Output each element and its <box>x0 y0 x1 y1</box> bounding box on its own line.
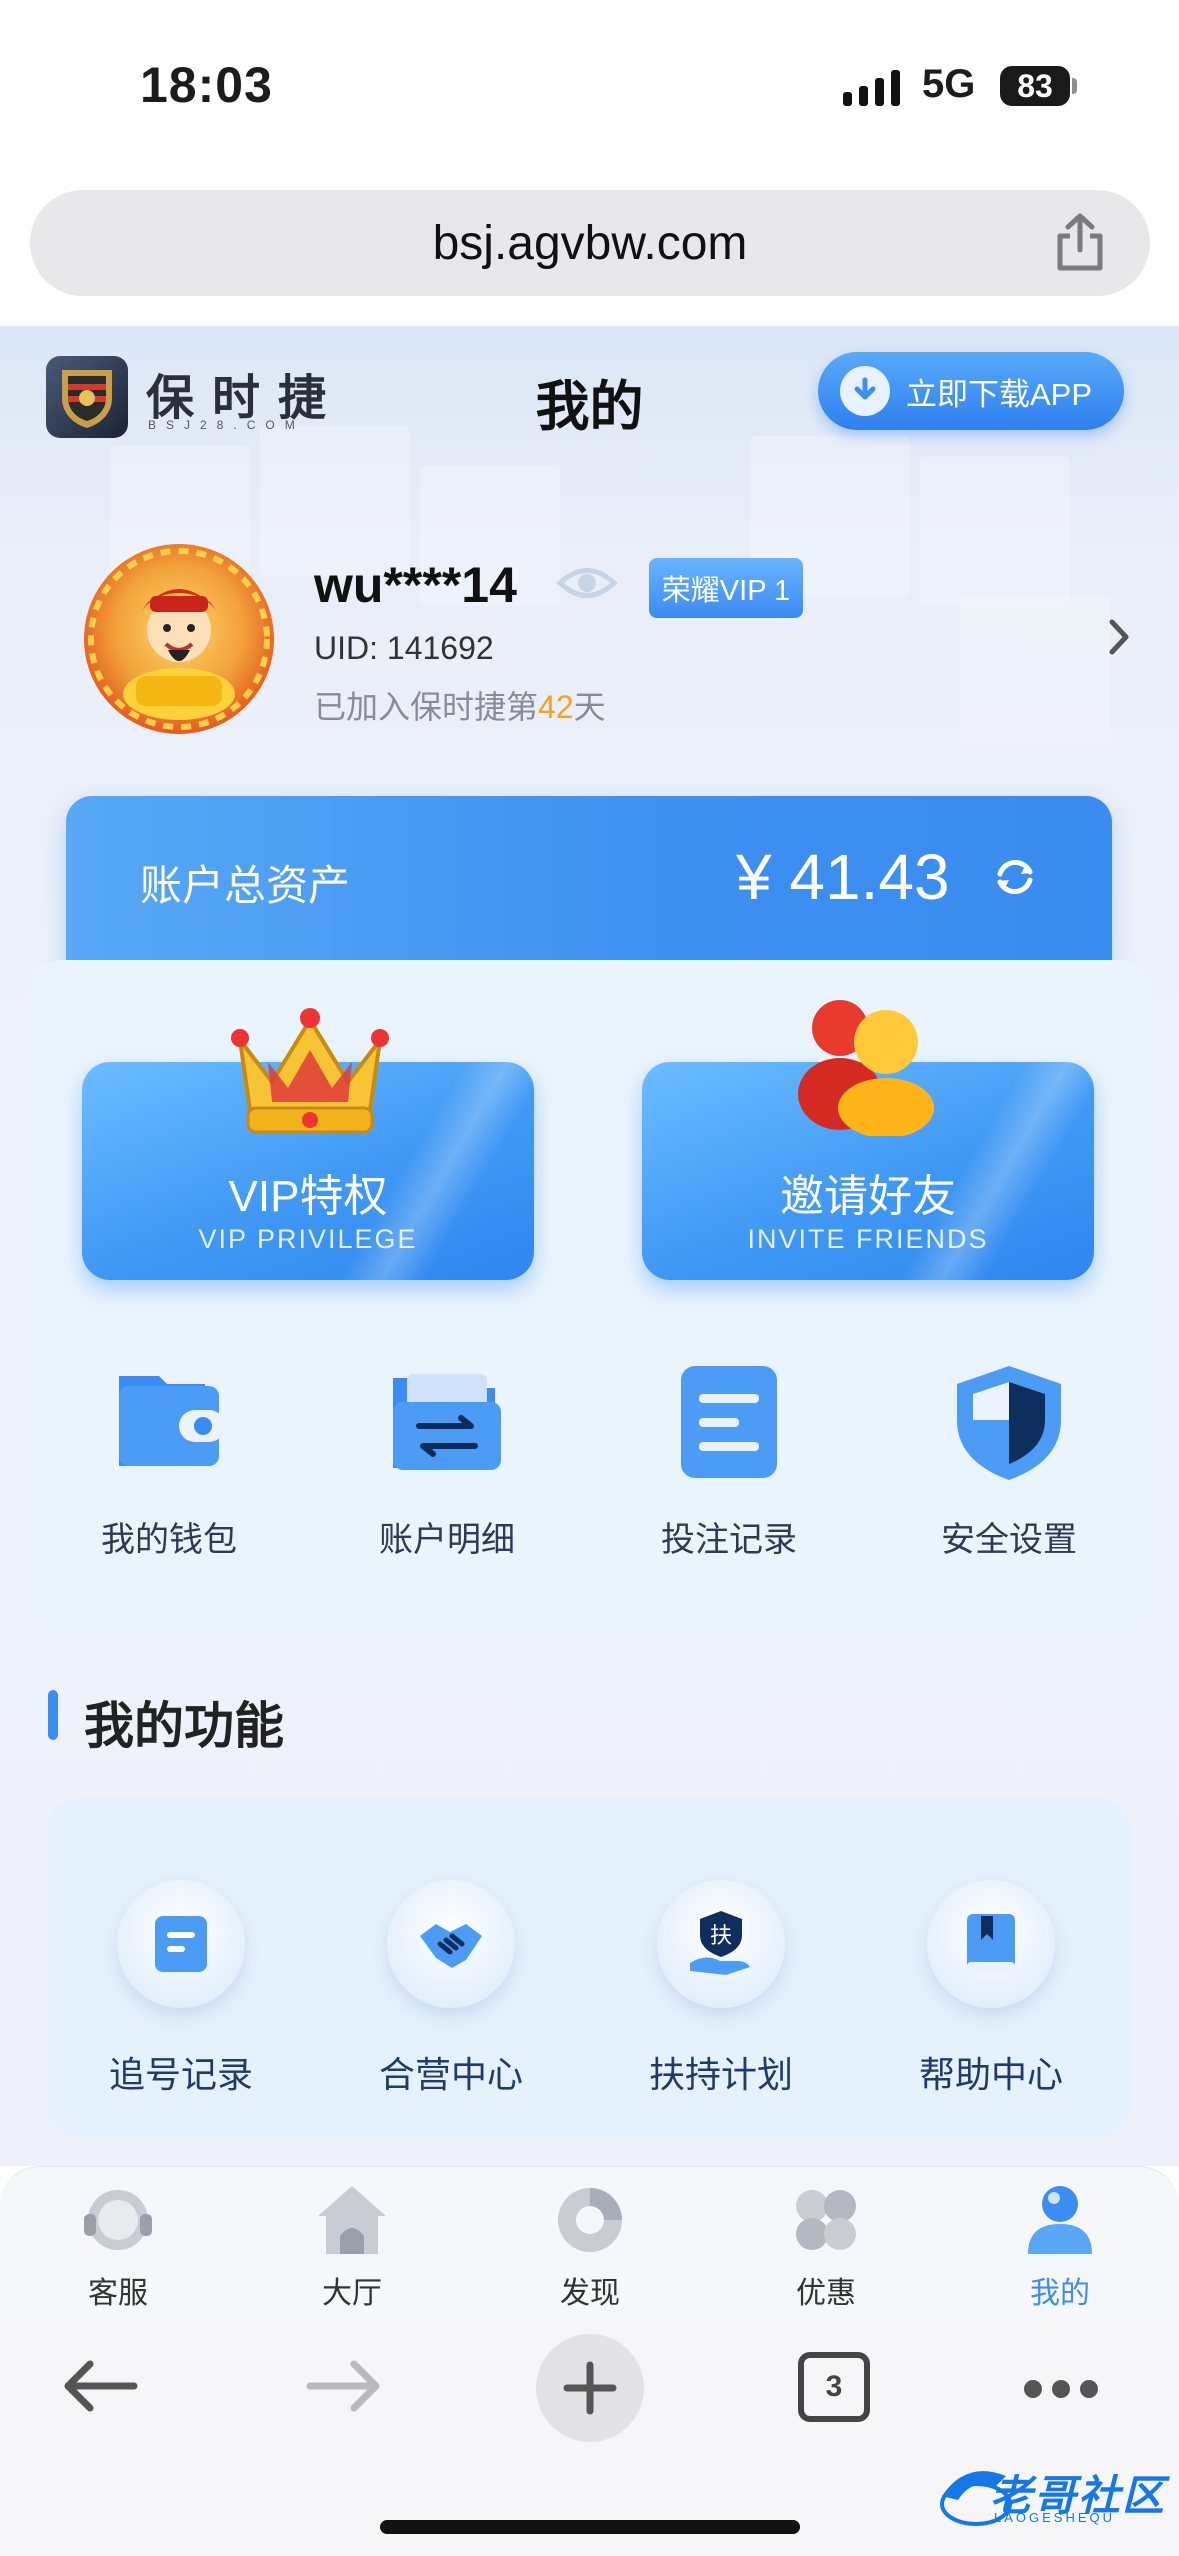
status-time: 18:03 <box>140 57 273 113</box>
username: wu****14 <box>314 557 517 613</box>
plus-icon <box>563 2361 617 2415</box>
assets-value: ¥ 41.43 <box>736 841 950 913</box>
tab-discover[interactable]: 发现 <box>510 2180 670 2312</box>
tab-customer-service[interactable]: 客服 <box>38 2180 198 2312</box>
back-icon[interactable] <box>60 2356 140 2416</box>
invite-friends-title: 邀请好友 <box>780 1172 956 1221</box>
user-icon <box>1020 2180 1100 2260</box>
support-plan-button[interactable]: 扶 扶持计划 <box>596 1880 846 2098</box>
battery-icon: 83 <box>1000 66 1070 106</box>
address-bar[interactable]: bsj.agvbw.com <box>30 190 1150 296</box>
handshake-icon <box>420 1924 482 1968</box>
tabs-button[interactable]: 3 <box>798 2352 870 2422</box>
book-icon <box>967 1914 1015 1974</box>
more-icon[interactable] <box>1024 2380 1098 2400</box>
my-wallet-button[interactable]: 我的钱包 <box>44 1362 294 1561</box>
partner-center-button[interactable]: 合营中心 <box>326 1880 576 2098</box>
follow-records-label: 追号记录 <box>108 2054 253 2095</box>
svg-text:扶: 扶 <box>710 1924 732 1949</box>
joined-days: 42 <box>538 689 574 725</box>
follow-records-button[interactable]: 追号记录 <box>56 1880 306 2098</box>
home-indicator <box>380 2520 800 2534</box>
user-id: UID: 141692 <box>314 630 494 666</box>
account-details-label: 账户明细 <box>379 1521 515 1559</box>
tab-label: 大厅 <box>322 2277 382 2310</box>
battery-tip <box>1072 78 1077 94</box>
vip-privilege-title: VIP特权 <box>228 1172 388 1221</box>
joined-prefix: 已加入保时捷第 <box>314 689 539 725</box>
shield-icon <box>949 1362 1069 1482</box>
help-center-button[interactable]: 帮助中心 <box>866 1880 1116 2098</box>
folder-transfer-icon <box>387 1362 507 1482</box>
tab-label: 我的 <box>1030 2277 1090 2310</box>
download-label: 立即下载APP <box>906 376 1093 412</box>
chevron-right-icon[interactable] <box>1104 616 1134 658</box>
account-details-button[interactable]: 账户明细 <box>322 1362 572 1561</box>
watermark-subtext: LAOGESHEQU <box>994 2510 1116 2525</box>
joined-suffix: 天 <box>573 689 606 725</box>
joined-text: 已加入保时捷第42天 <box>314 682 606 728</box>
betting-records-label: 投注记录 <box>661 1521 797 1559</box>
avatar[interactable] <box>84 544 274 734</box>
headset-icon <box>78 2180 158 2260</box>
invite-friends-subtitle: INVITE FRIENDS <box>747 1224 989 1254</box>
tab-mine[interactable]: 我的 <box>980 2180 1140 2312</box>
support-plan-label: 扶持计划 <box>648 2054 793 2095</box>
tab-label: 客服 <box>88 2277 148 2310</box>
section-accent <box>48 1690 58 1740</box>
tab-lobby[interactable]: 大厅 <box>272 2180 432 2312</box>
url-text: bsj.agvbw.com <box>432 216 748 270</box>
download-app-button[interactable]: 立即下载APP <box>818 352 1124 430</box>
signal-icon <box>843 68 900 106</box>
tab-promotions[interactable]: 优惠 <box>746 2180 906 2312</box>
share-icon[interactable] <box>1050 212 1110 274</box>
discover-icon <box>550 2180 630 2260</box>
new-tab-button[interactable] <box>536 2334 644 2442</box>
forward-icon[interactable] <box>304 2356 384 2416</box>
wallet-icon <box>109 1362 229 1482</box>
tab-label: 优惠 <box>796 2277 856 2310</box>
betting-records-button[interactable]: 投注记录 <box>604 1362 854 1561</box>
assets-label: 账户总资产 <box>140 862 351 909</box>
network-type: 5G <box>922 62 976 106</box>
download-icon <box>840 366 890 416</box>
crown-icon <box>231 1008 389 1134</box>
partner-center-label: 合营中心 <box>378 2054 523 2095</box>
my-wallet-label: 我的钱包 <box>101 1521 237 1559</box>
vip-badge: 荣耀VIP 1 <box>649 558 803 618</box>
note-icon <box>155 1916 207 1972</box>
security-settings-label: 安全设置 <box>941 1521 1077 1559</box>
friends-icon <box>798 1000 934 1136</box>
security-settings-button[interactable]: 安全设置 <box>884 1362 1134 1561</box>
tab-label: 发现 <box>560 2277 620 2310</box>
clover-icon <box>786 2180 866 2260</box>
document-icon <box>669 1362 789 1482</box>
help-center-label: 帮助中心 <box>918 2054 1063 2095</box>
section-title: 我的功能 <box>84 1698 284 1754</box>
home-icon <box>312 2180 392 2260</box>
support-hand-icon: 扶 <box>690 1911 750 1975</box>
vip-privilege-subtitle: VIP PRIVILEGE <box>198 1224 418 1254</box>
eye-icon[interactable] <box>556 558 618 608</box>
refresh-icon[interactable] <box>990 852 1040 902</box>
